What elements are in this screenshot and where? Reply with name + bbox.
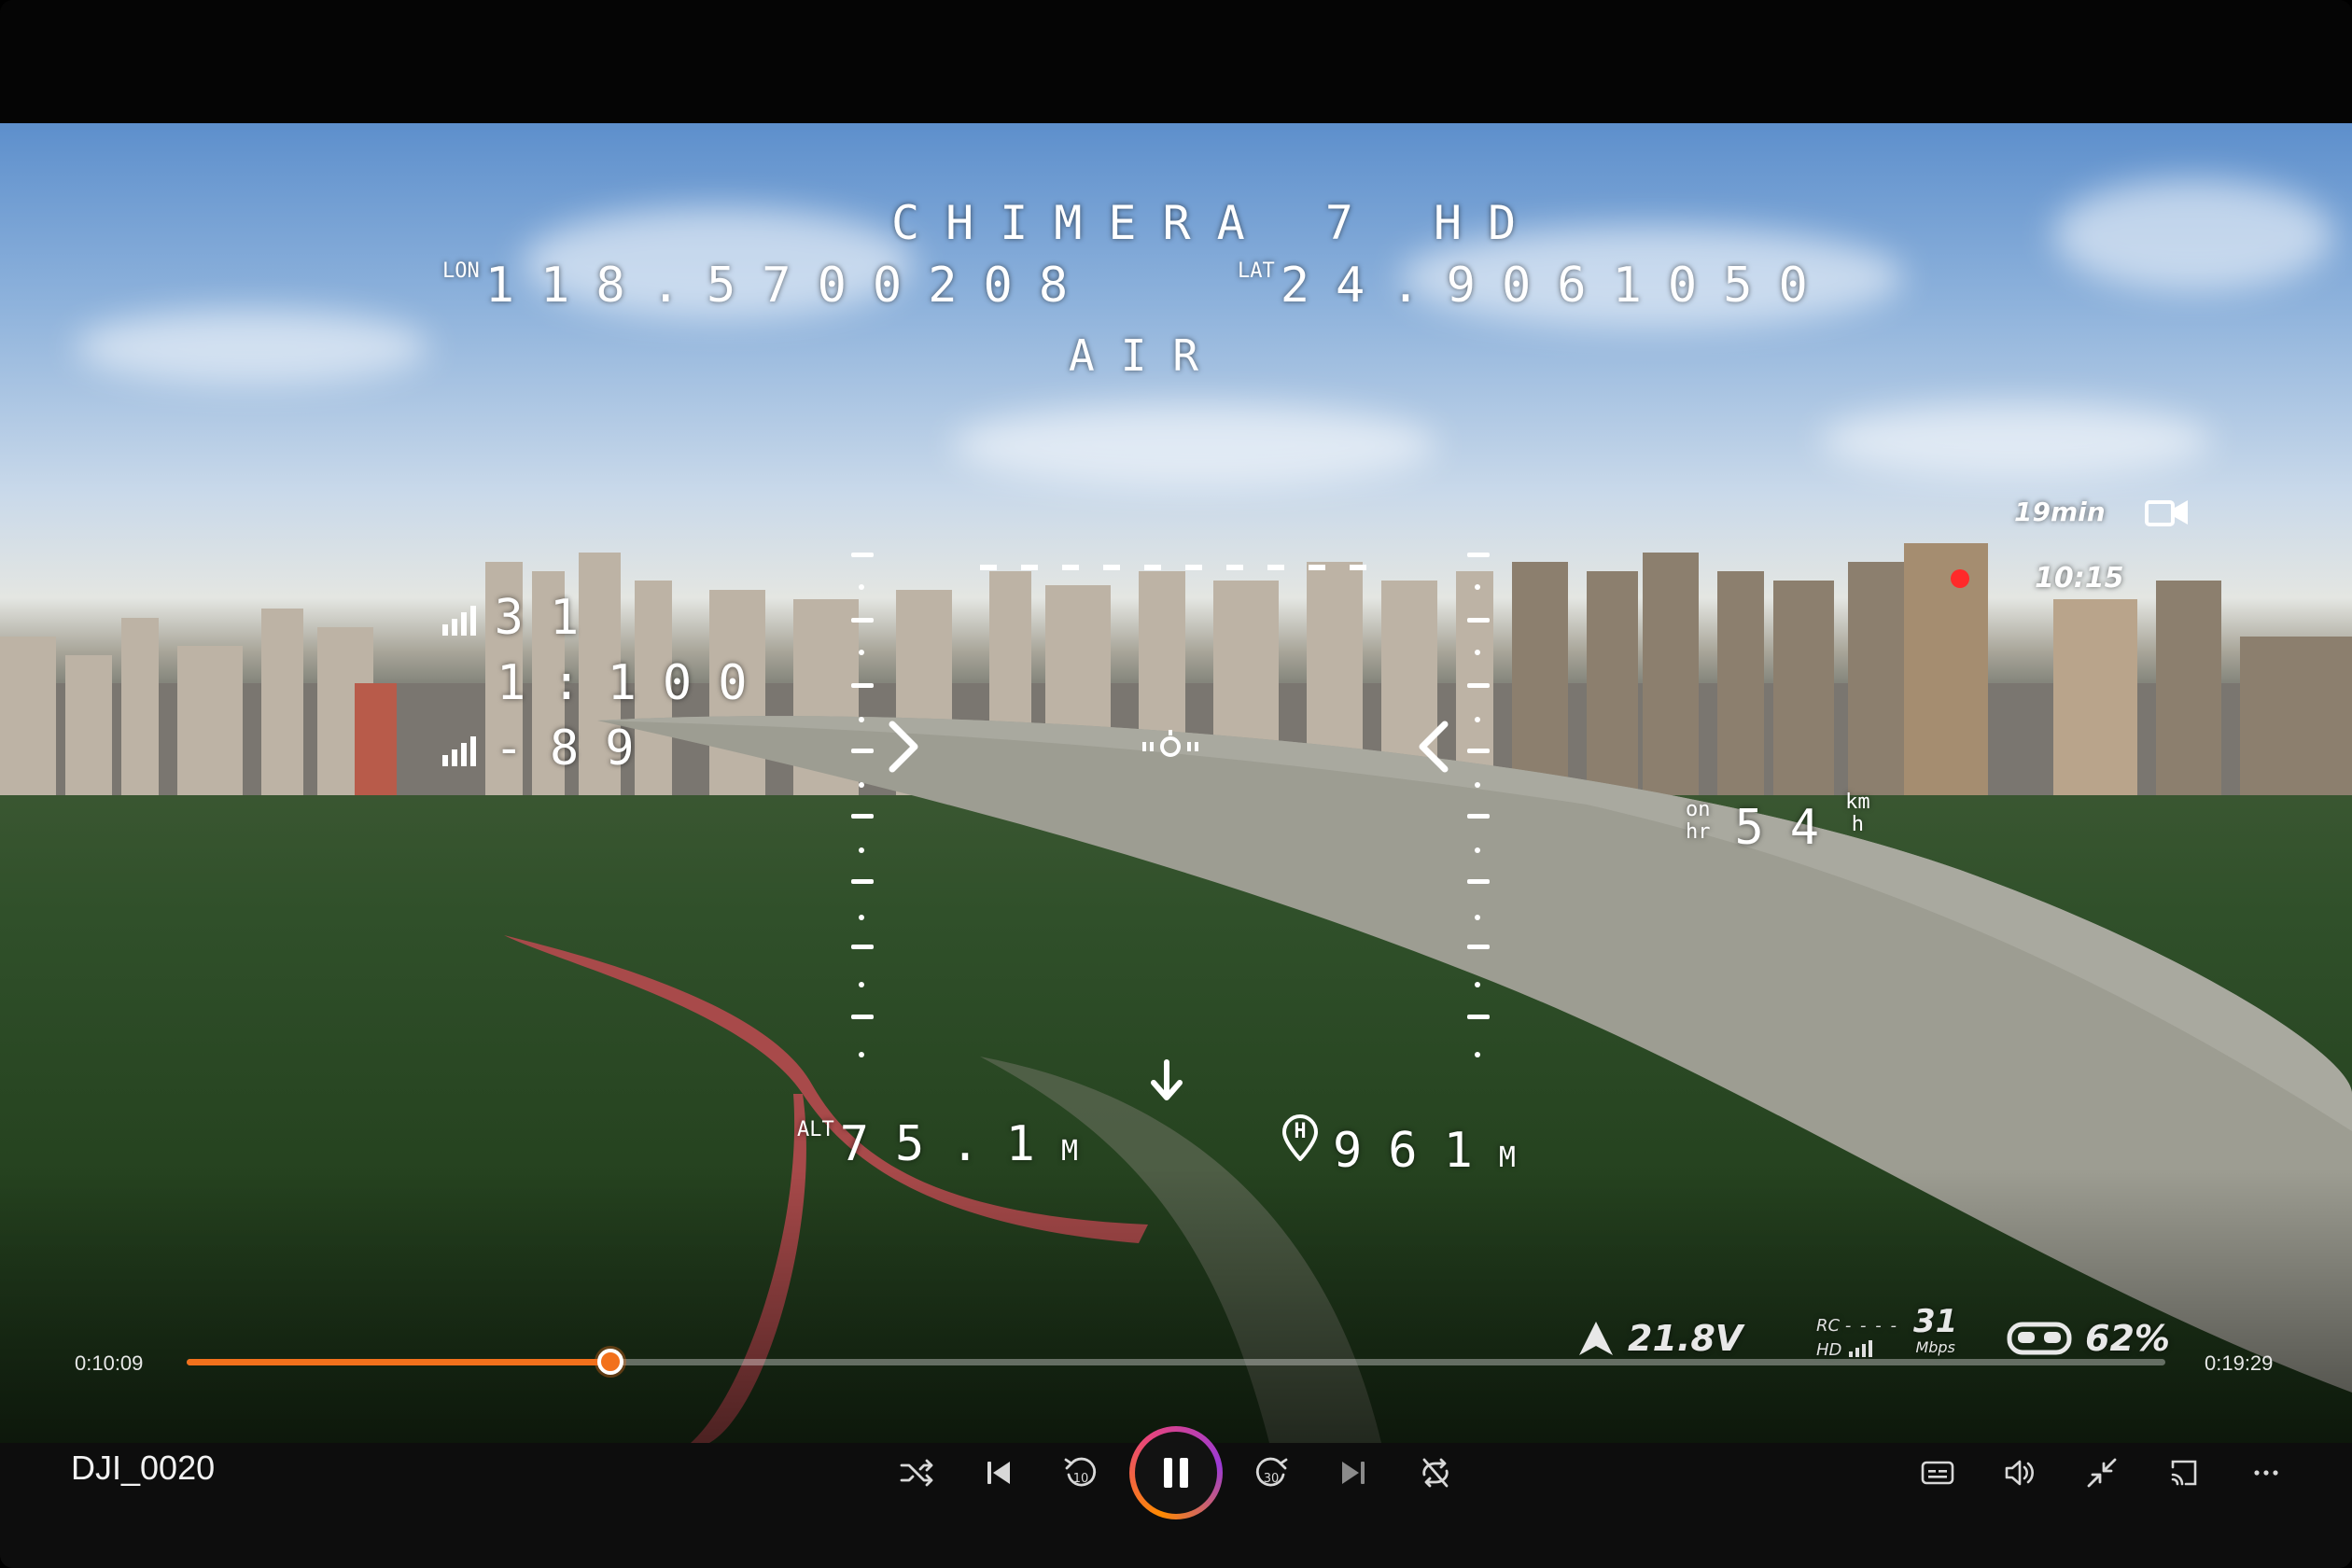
osd-lat-label: LAT <box>1238 259 1275 283</box>
rewind-10-button[interactable]: 10 <box>1051 1443 1111 1503</box>
osd-right-ladder <box>1467 543 1505 1103</box>
osd-hd-label: HD <box>1816 1340 1842 1360</box>
repeat-button[interactable] <box>1406 1443 1465 1503</box>
captions-button[interactable] <box>1908 1443 1967 1503</box>
osd-alt-label: ALT <box>797 1118 834 1141</box>
total-duration: 0:19:29 <box>2205 1351 2274 1375</box>
osd-bitrate-value: 31 <box>1913 1303 1958 1340</box>
chevron-left-icon <box>1419 721 1449 773</box>
mini-player-button[interactable] <box>2072 1443 2132 1503</box>
cast-icon <box>2171 1460 2197 1486</box>
osd-link-labels: RC - - - - HD <box>1816 1316 1898 1360</box>
osd-altitude: ALT 75.1M <box>797 1116 1078 1172</box>
play-pause-inner <box>1135 1432 1217 1514</box>
elapsed-time: 0:10:09 <box>75 1351 144 1375</box>
osd-signal-bottom: -89 <box>494 721 661 777</box>
osd-link-quality: 31 <box>441 590 605 646</box>
osd-speed-label-bottom: hr <box>1686 820 1711 844</box>
osd-goggle-battery: 62% <box>2085 1318 2170 1359</box>
volume-icon <box>2005 1460 2034 1486</box>
osd-clock: 10:15 <box>2035 562 2124 595</box>
osd-flight-mode: AIR <box>1069 330 1225 381</box>
osd-speed-unit-top: km <box>1845 791 1870 814</box>
svg-text:10: 10 <box>1073 1472 1089 1486</box>
skip-next-icon <box>1342 1462 1365 1484</box>
camera-record-icon <box>2145 500 2188 526</box>
video-frame[interactable]: CHIMERA 7 HD LON 118.5700208 LAT 24.906105… <box>0 123 2352 1443</box>
osd-bitrate-unit: Mbps <box>1915 1338 1955 1356</box>
chevron-right-icon <box>889 721 918 773</box>
seek-bar-thumb[interactable] <box>596 1349 623 1375</box>
osd-speed-unit-bottom: h <box>1851 813 1864 836</box>
osd-rssi: -89 <box>441 721 661 777</box>
more-button[interactable] <box>2236 1443 2296 1503</box>
osd-ratio: 1:100 <box>497 655 774 711</box>
osd-home-label: H <box>1294 1120 1307 1143</box>
osd-signal-top: 31 <box>494 590 606 646</box>
osd-home-distance: H 961M <box>1281 1114 1516 1179</box>
osd-home-value: 961 <box>1333 1123 1499 1179</box>
mini-player-icon <box>2087 1458 2117 1488</box>
osd-left-ladder <box>851 543 889 1103</box>
title-bar <box>0 0 2352 123</box>
goggles-icon <box>2007 1322 2072 1355</box>
battery-arrow-icon <box>1579 1322 1613 1355</box>
osd-lon-label: LON <box>442 259 480 283</box>
osd-rec-remaining: 19min <box>2014 497 2106 527</box>
arrow-down-icon <box>1151 1059 1183 1100</box>
osd-lat-value: 24.9061050 <box>1280 258 1834 314</box>
osd-alt-unit: M <box>1060 1135 1079 1168</box>
svg-text:30: 30 <box>1264 1472 1280 1486</box>
osd-bitrate: 31 Mbps <box>1913 1305 1957 1356</box>
osd-latitude: LAT 24.9061050 <box>1238 258 1834 314</box>
seek-bar-fill <box>187 1359 610 1365</box>
osd-rc-label: RC <box>1816 1316 1841 1336</box>
volume-button[interactable] <box>1990 1443 2050 1503</box>
osd-speed-label-top: on <box>1686 798 1711 821</box>
repeat-off-icon <box>1422 1458 1449 1488</box>
shuffle-button[interactable] <box>887 1443 946 1503</box>
rewind-10-icon: 10 <box>1064 1457 1097 1487</box>
next-button[interactable] <box>1323 1443 1383 1503</box>
osd-speed: on hr 54 km h <box>1686 791 1870 857</box>
captions-icon <box>1921 1461 1954 1485</box>
cast-button[interactable] <box>2154 1443 2214 1503</box>
pause-icon <box>1164 1458 1188 1488</box>
media-player-window: CHIMERA 7 HD LON 118.5700208 LAT 24.906105… <box>0 0 2352 1568</box>
skip-previous-icon <box>987 1462 1010 1484</box>
osd-craft-name: CHIMERA 7 HD <box>891 196 1543 250</box>
hd-signal-icon <box>1849 1340 1873 1357</box>
osd-lon-value: 118.5700208 <box>484 258 1095 314</box>
forward-30-icon: 30 <box>1255 1457 1288 1487</box>
crosshair-icon <box>1142 730 1198 757</box>
more-icon <box>2254 1470 2278 1476</box>
osd-home-unit: M <box>1498 1141 1516 1174</box>
signal-icon <box>442 736 476 766</box>
rec-indicator-dot <box>1951 569 1969 588</box>
previous-button[interactable] <box>969 1443 1029 1503</box>
osd-speed-value: 54 <box>1734 800 1846 856</box>
signal-icon <box>442 606 476 636</box>
shuffle-icon <box>900 1459 933 1487</box>
media-title: DJI_0020 <box>71 1449 216 1487</box>
forward-30-button[interactable]: 30 <box>1241 1443 1301 1503</box>
osd-alt-value: 75.1 <box>839 1116 1061 1172</box>
horizon-line <box>980 565 1366 570</box>
osd-voltage: 21.8V <box>1628 1318 1743 1359</box>
seek-bar[interactable] <box>187 1349 2165 1375</box>
bottom-vignette <box>0 1169 2352 1443</box>
osd-longitude: LON 118.5700208 <box>442 258 1094 314</box>
play-pause-button[interactable] <box>1129 1426 1223 1519</box>
